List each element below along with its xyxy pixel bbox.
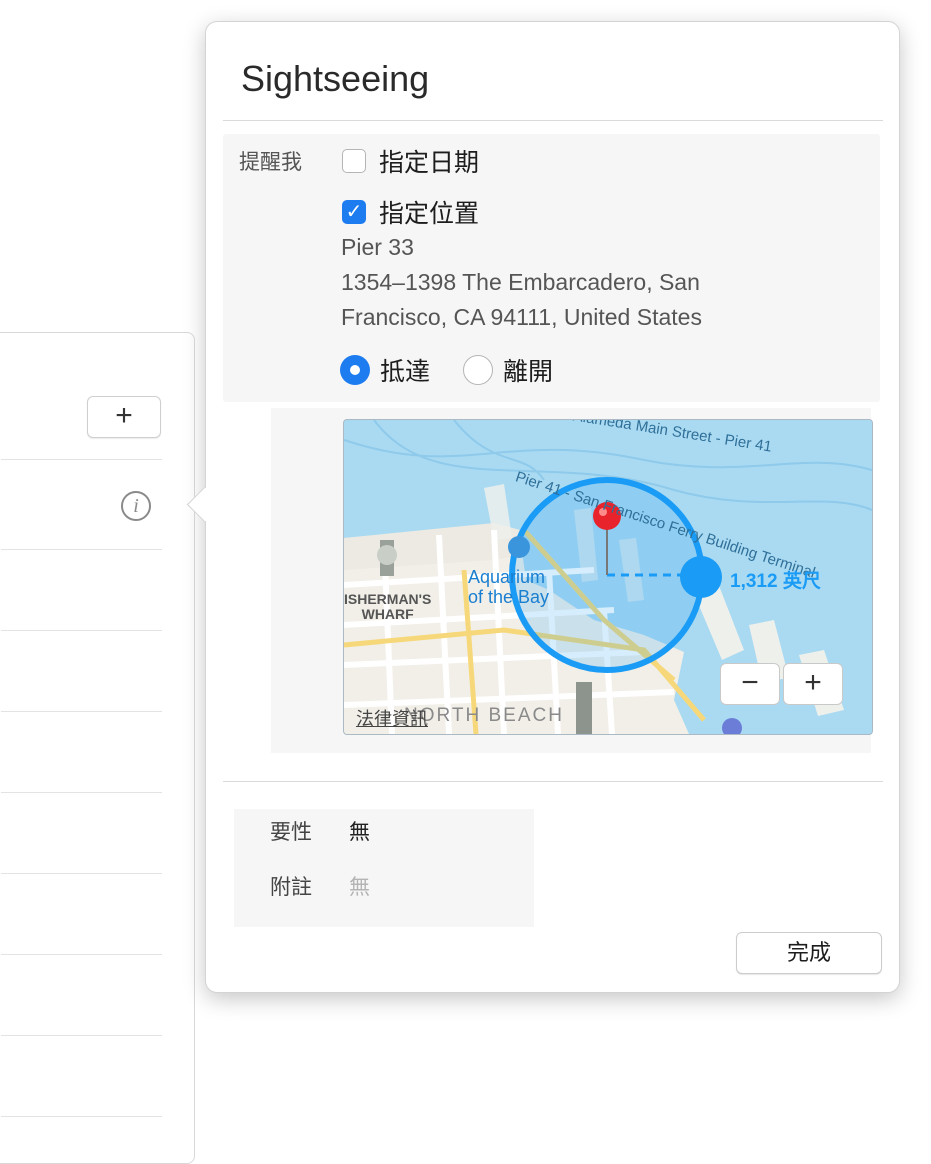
list-divider [1, 549, 162, 550]
aquarium-line-2: of the Bay [468, 587, 550, 607]
wharf-label: ISHERMAN'S WHARF [344, 592, 431, 622]
wharf-line-1: ISHERMAN'S [344, 591, 432, 607]
reminder-details-popover: Sightseeing 提醒我 指定日期 ✓ 指定位置 Pier 33 1354… [186, 21, 900, 993]
priority-label: 要性 [270, 821, 312, 844]
address-line-2: Francisco, CA 94111, United States [341, 304, 702, 330]
leaving-label: 離開 [503, 358, 554, 386]
radio-unselected[interactable] [463, 355, 493, 385]
arriving-radio[interactable]: 抵達 [340, 352, 430, 388]
arriving-label: 抵達 [380, 358, 431, 386]
on-day-checkbox[interactable]: 指定日期 [342, 143, 479, 179]
list-divider [1, 1035, 162, 1036]
divider [223, 120, 883, 121]
leaving-radio[interactable]: 離開 [463, 352, 553, 388]
zoom-out-button[interactable]: − [720, 663, 780, 705]
checkmark-icon[interactable]: ✓ [342, 200, 366, 224]
legal-link[interactable]: 法律資訊 [356, 705, 428, 731]
info-icon[interactable]: i [121, 491, 151, 521]
radius-label: 1,312 英尺 [730, 571, 821, 592]
list-divider [1, 792, 162, 793]
priority-value[interactable]: 無 [349, 816, 370, 846]
remind-me-label: 提醒我 [239, 151, 302, 174]
reminders-list-panel: + i [0, 332, 195, 1164]
wharf-line-2: WHARF [361, 606, 414, 622]
radio-selected[interactable] [340, 355, 370, 385]
list-divider [1, 954, 162, 955]
list-divider [1, 459, 162, 460]
zoom-in-button[interactable]: + [783, 663, 843, 705]
divider [223, 781, 883, 782]
add-reminder-button[interactable]: + [87, 396, 161, 438]
notes-field[interactable]: 無 [349, 871, 370, 901]
notes-label: 附註 [270, 876, 312, 899]
list-divider [1, 630, 162, 631]
list-divider [1, 711, 162, 712]
at-location-label: 指定位置 [379, 200, 480, 228]
aquarium-line-1: Aquarium [468, 567, 546, 587]
aquarium-label: Aquarium of the Bay [468, 567, 549, 607]
location-name[interactable]: Pier 33 [341, 230, 414, 264]
reminder-title[interactable]: Sightseeing [241, 58, 429, 100]
list-divider [1, 1116, 162, 1117]
on-day-label: 指定日期 [379, 149, 480, 177]
checkbox-unchecked[interactable] [342, 149, 366, 173]
list-divider [1, 873, 162, 874]
done-button[interactable]: 完成 [736, 932, 882, 974]
address-line-1: 1354–1398 The Embarcadero, San [341, 269, 700, 295]
at-location-checkbox[interactable]: ✓ 指定位置 [342, 194, 479, 230]
